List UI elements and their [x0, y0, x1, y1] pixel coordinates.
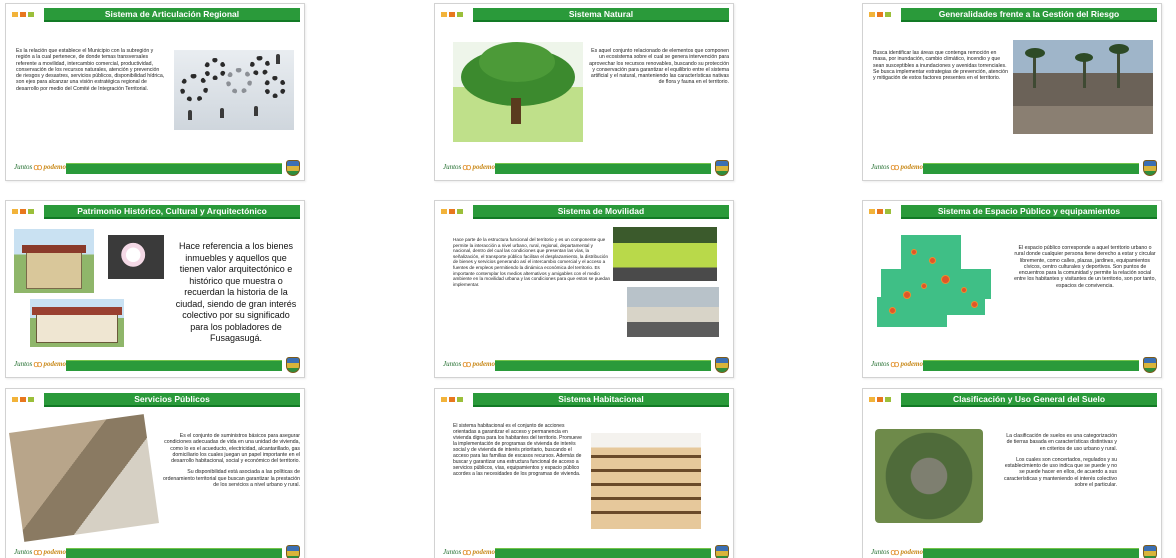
urban-map-image [871, 229, 1005, 337]
juntos-podemos-logo: Juntos ꝏ podemos [871, 161, 926, 172]
header-dots [869, 397, 891, 402]
slide-text: Es el conjunto de suministros básicos pa… [158, 433, 300, 488]
slide-gestion-riesgo[interactable]: Generalidades frente a la Gestión del Ri… [862, 3, 1162, 181]
header-dots [12, 12, 34, 17]
slide-text: Es aquel conjunto relacionado de element… [589, 48, 729, 86]
slide-header: Sistema de Articulación Regional [6, 8, 300, 22]
slide-movilidad[interactable]: Sistema de Movilidad Hace parte de la es… [434, 200, 734, 378]
slide-sistema-natural[interactable]: Sistema Natural Es aquel conjunto relaci… [434, 3, 734, 181]
footer-bar [923, 360, 1139, 371]
slide-espacio-publico[interactable]: Sistema de Espacio Público y equipamient… [862, 200, 1162, 378]
slide-uso-suelo[interactable]: Clasificación y Uso General del Suelo La… [862, 388, 1162, 558]
slide-text-paragraph-2: Su disponibilidad está asociada a las po… [163, 469, 300, 489]
slide-text-paragraph-2: Los cuales son concertados, regulados y … [1003, 456, 1117, 489]
slide-header: Servicios Públicos [6, 393, 300, 407]
juntos-podemos-logo: Juntos ꝏ podemos [443, 358, 498, 369]
gears-teamwork-image [174, 50, 294, 130]
coat-of-arms-icon [286, 160, 300, 176]
slide-title: Servicios Públicos [44, 393, 300, 407]
apartment-building-image [591, 433, 701, 529]
footer-bar [495, 163, 711, 174]
coat-of-arms-icon [1143, 545, 1157, 558]
slide-title: Patrimonio Histórico, Cultural y Arquite… [44, 205, 300, 219]
juntos-podemos-logo: Juntos ꝏ podemos [443, 161, 498, 172]
coat-of-arms-icon [1143, 160, 1157, 176]
slide-title: Generalidades frente a la Gestión del Ri… [901, 8, 1157, 22]
slide-header: Sistema de Espacio Público y equipamient… [863, 205, 1157, 219]
footer-bar [923, 163, 1139, 174]
slide-header: Generalidades frente a la Gestión del Ri… [863, 8, 1157, 22]
footer-bar [66, 548, 282, 558]
slide-text: Es la relación que establece el Municipi… [16, 48, 165, 92]
coat-of-arms-icon [286, 357, 300, 373]
footer-bar [66, 163, 282, 174]
juntos-podemos-logo: Juntos ꝏ podemos [443, 546, 498, 557]
public-works-image [9, 414, 159, 542]
slide-text: El espacio público corresponde a aquel t… [1014, 245, 1156, 289]
flooded-street-image [1013, 40, 1153, 134]
header-dots [441, 209, 463, 214]
footer-bar [66, 360, 282, 371]
slide-title: Sistema de Articulación Regional [44, 8, 300, 22]
header-dots [12, 209, 34, 214]
footer-bar [495, 360, 711, 371]
orchid-image [108, 235, 164, 279]
traffic-officers-image [613, 227, 717, 281]
coat-of-arms-icon [286, 545, 300, 558]
header-dots [441, 397, 463, 402]
slide-text-paragraph-1: La clasificación de suelos es una catego… [1006, 433, 1117, 452]
slide-title: Sistema Habitacional [473, 393, 729, 407]
coat-of-arms-icon [1143, 357, 1157, 373]
slide-text: Hace parte de la estructura funcional de… [453, 237, 611, 287]
slide-text: Busca identificar las áreas que contenga… [873, 50, 1008, 82]
slide-header: Patrimonio Histórico, Cultural y Arquite… [6, 205, 300, 219]
slide-title: Clasificación y Uso General del Suelo [901, 393, 1157, 407]
header-dots [12, 397, 34, 402]
footer-bar [923, 548, 1139, 558]
slide-header: Sistema Habitacional [435, 393, 729, 407]
slide-header: Sistema Natural [435, 8, 729, 22]
header-dots [869, 209, 891, 214]
slide-sistema-habitacional[interactable]: Sistema Habitacional El sistema habitaci… [434, 388, 734, 558]
juntos-podemos-logo: Juntos ꝏ podemos [871, 546, 926, 557]
buses-image [627, 287, 719, 337]
slide-title: Sistema de Espacio Público y equipamient… [901, 205, 1157, 219]
juntos-podemos-logo: Juntos ꝏ podemos [14, 161, 69, 172]
header-dots [869, 12, 891, 17]
slide-text: La clasificación de suelos es una catego… [1003, 433, 1117, 488]
juntos-podemos-logo: Juntos ꝏ podemos [14, 546, 69, 557]
juntos-podemos-logo: Juntos ꝏ podemos [14, 358, 69, 369]
footer-bar [495, 548, 711, 558]
slide-header: Clasificación y Uso General del Suelo [863, 393, 1157, 407]
juntos-podemos-logo: Juntos ꝏ podemos [871, 358, 926, 369]
slide-text: Hace referencia a los bienes inmuebles y… [175, 241, 297, 343]
colonial-house-image [30, 299, 124, 347]
satellite-map-image [875, 429, 983, 523]
slide-articulacion-regional[interactable]: Sistema de Articulación Regional Es la r… [5, 3, 305, 181]
slide-header: Sistema de Movilidad [435, 205, 729, 219]
slide-text: El sistema habitacional es el conjunto d… [453, 423, 582, 477]
tree-image [453, 42, 583, 142]
slide-title: Sistema Natural [473, 8, 729, 22]
coat-of-arms-icon [715, 357, 729, 373]
slide-title: Sistema de Movilidad [473, 205, 729, 219]
coat-of-arms-icon [715, 160, 729, 176]
coat-of-arms-icon [715, 545, 729, 558]
header-dots [441, 12, 463, 17]
slide-text-paragraph-1: Es el conjunto de suministros básicos pa… [164, 433, 300, 465]
slide-patrimonio[interactable]: Patrimonio Histórico, Cultural y Arquite… [5, 200, 305, 378]
heritage-house-image [14, 229, 94, 293]
slide-servicios-publicos[interactable]: Servicios Públicos Es el conjunto de sum… [5, 388, 305, 558]
